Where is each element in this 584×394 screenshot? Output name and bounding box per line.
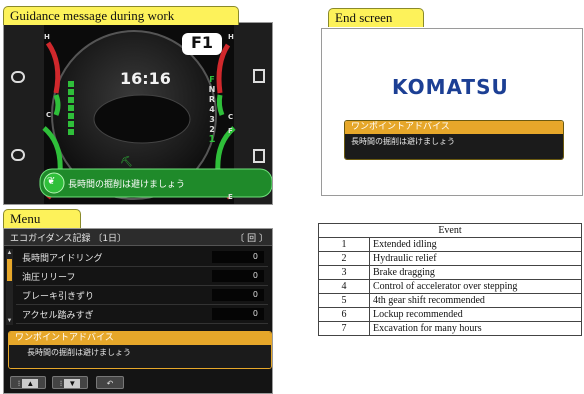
event-name: Brake dragging [369, 265, 582, 280]
end-screen-label: End screen [328, 8, 424, 27]
menu-row-value: 0 [212, 251, 264, 263]
mode-indicator: F1 [190, 33, 214, 52]
menu-row-hydraulic-relief[interactable]: 油圧リリーフ 0 [16, 268, 268, 286]
operator-icon: ⛏ [120, 157, 133, 168]
end-advice-box: ワンポイントアドバイス 長時間の掘削は避けましょう [344, 120, 564, 160]
menu-row-label: ブレーキ引きずり [22, 292, 95, 302]
menu-down-button[interactable]: ⁝ ▼ [52, 376, 88, 389]
menu-screen: エコガイダンス記録 〔1日〕 〔 回 〕 ▲ ▼ 長時間アイドリング 0 油圧リ… [3, 228, 273, 394]
event-name: Lockup recommended [369, 307, 582, 322]
return-icon: ↶ [106, 379, 114, 388]
gear-3: 3 [209, 115, 215, 124]
event-name: 4th gear shift recommended [369, 293, 582, 308]
guidance-message: 長時間の掘削は避けましょう [68, 180, 186, 190]
gauge-letter-c-right: C [228, 113, 234, 121]
button-prefix-icon: ⁝ [17, 379, 21, 388]
fuel-icon [253, 69, 265, 83]
scrollbar-thumb[interactable] [7, 259, 12, 281]
menu-advice-title: ワンポイントアドバイス [9, 332, 271, 345]
menu-row-value: 0 [212, 289, 264, 301]
event-table-header: Event [318, 223, 582, 238]
event-number: 4 [318, 279, 370, 294]
menu-row-value: 0 [212, 308, 264, 320]
event-number: 5 [318, 293, 370, 308]
menu-title-bar: エコガイダンス記録 〔1日〕 〔 回 〕 [4, 229, 272, 246]
menu-row-brake-dragging[interactable]: ブレーキ引きずり 0 [16, 287, 268, 305]
event-table: Event 1 Extended idling 2 Hydraulic relief… [318, 223, 582, 336]
table-row: 2 Hydraulic relief [318, 251, 582, 266]
dashboard-screen: F1 16:16 F N R 4 3 2 1 H C H C F E ⛏ ❦ 長… [3, 22, 273, 205]
gear-indicator-icon [253, 149, 265, 163]
gear-4: 4 [209, 105, 215, 114]
gauge-letter-h-right: H [228, 33, 234, 41]
gear-indicator: F N R 4 3 2 1 [206, 75, 218, 145]
menu-row-label: 油圧リリーフ [22, 273, 76, 283]
menu-up-button[interactable]: ⁝ ▲ [10, 376, 46, 389]
event-name: Extended idling [369, 237, 582, 252]
eco-gauge-bar [68, 81, 74, 135]
event-number: 1 [318, 237, 370, 252]
menu-row-label: 長時間アイドリング [22, 254, 103, 264]
table-row: 1 Extended idling [318, 237, 582, 252]
scroll-up-arrow-icon[interactable]: ▲ [6, 249, 13, 257]
eco-leaf-icon: ❦ [47, 176, 56, 187]
gauge-letter-c-left: C [46, 111, 52, 119]
button-prefix-icon: ⁝ [59, 379, 63, 388]
gear-n: N [208, 85, 216, 94]
menu-title-unit: 〔 回 〕 [235, 234, 268, 244]
left-lower-gauge-icon [11, 149, 25, 161]
clock-time: 16:16 [120, 69, 171, 88]
menu-title: エコガイダンス記録 〔1日〕 [10, 234, 127, 244]
event-table-header-row: Event [318, 223, 582, 238]
gauge-letter-h-left: H [44, 33, 50, 41]
gauge-letter-e: E [228, 193, 233, 201]
menu-scrollbar[interactable]: ▲ ▼ [6, 249, 13, 325]
menu-row-value: 0 [212, 270, 264, 282]
scroll-down-arrow-icon[interactable]: ▼ [6, 317, 13, 325]
menu-row-label: アクセル踏みすぎ [22, 311, 94, 321]
down-arrow-icon: ▼ [64, 379, 81, 388]
gear-r: R [208, 95, 216, 104]
end-screen: KOMATSU ワンポイントアドバイス 長時間の掘削は避けましょう [321, 28, 583, 196]
table-row: 7 Excavation for many hours [318, 321, 582, 336]
table-row: 3 Brake dragging [318, 265, 582, 280]
event-name: Excavation for many hours [369, 321, 582, 336]
menu-label: Menu [3, 209, 81, 228]
menu-row-extended-idling[interactable]: 長時間アイドリング 0 [16, 249, 268, 267]
komatsu-logo: KOMATSU [392, 75, 509, 99]
table-row: 6 Lockup recommended [318, 307, 582, 322]
end-advice-title: ワンポイントアドバイス [345, 121, 563, 134]
left-gauge-icon [11, 71, 25, 83]
menu-return-button[interactable]: ↶ [96, 376, 124, 389]
menu-advice-text: 長時間の掘削は避けましょう [9, 345, 271, 368]
menu-advice-box: ワンポイントアドバイス 長時間の掘削は避けましょう [8, 331, 272, 369]
event-number: 7 [318, 321, 370, 336]
gauge-letter-f: F [228, 127, 233, 135]
end-advice-text: 長時間の掘削は避けましょう [345, 134, 563, 159]
event-number: 6 [318, 307, 370, 322]
gear-f: F [209, 75, 215, 84]
event-name: Hydraulic relief [369, 251, 582, 266]
up-arrow-icon: ▲ [22, 379, 39, 388]
event-name: Control of accelerator over stepping [369, 279, 582, 294]
table-row: 4 Control of accelerator over stepping [318, 279, 582, 294]
gear-1: 1 [208, 134, 216, 145]
guidance-label: Guidance message during work [3, 6, 239, 25]
menu-row-accelerator-over-stepping[interactable]: アクセル踏みすぎ 0 [16, 306, 268, 324]
event-number: 2 [318, 251, 370, 266]
event-number: 3 [318, 265, 370, 280]
table-row: 5 4th gear shift recommended [318, 293, 582, 308]
